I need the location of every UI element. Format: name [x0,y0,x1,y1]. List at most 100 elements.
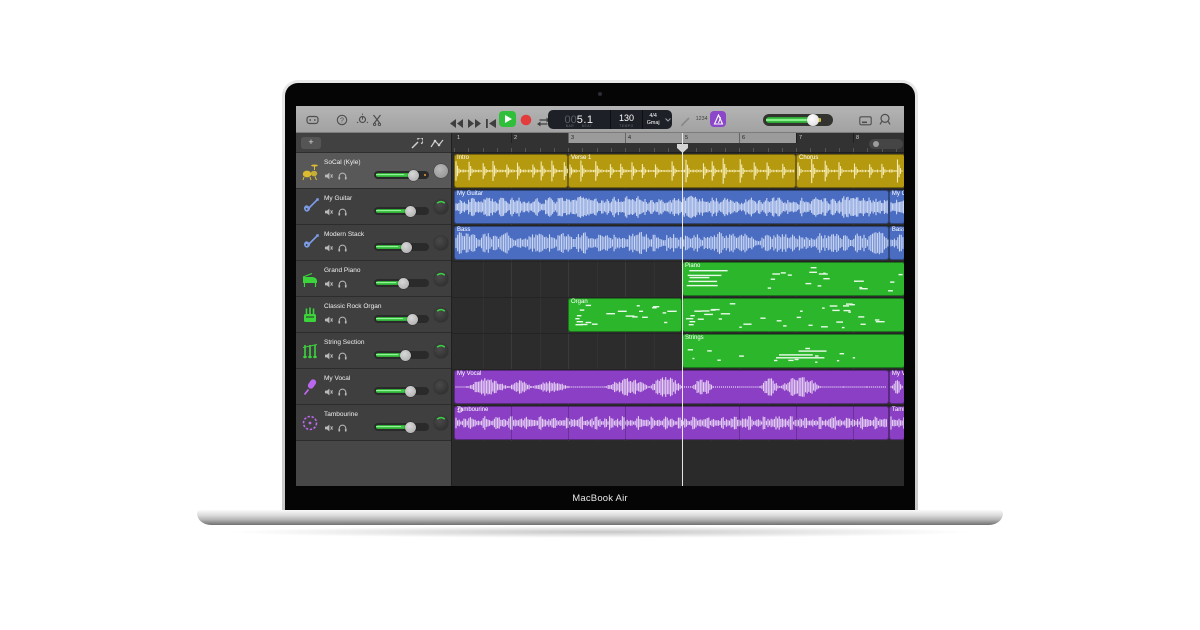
track-volume-slider[interactable] [374,423,429,431]
waveform [454,226,889,260]
beat-tick [497,148,498,152]
quick-help-icon[interactable]: ? [336,113,348,131]
pan-knob[interactable] [434,164,448,178]
region-unlabeled[interactable] [682,298,904,332]
pan-arc [434,344,448,358]
track-volume-slider[interactable] [374,315,429,323]
pan-knob[interactable] [434,416,448,430]
region-my-guitar[interactable]: My Guitar [454,190,889,224]
solo-button[interactable] [337,387,348,396]
mute-button[interactable] [323,351,334,360]
track-row[interactable]: Grand Piano [296,261,451,297]
pan-knob[interactable] [434,308,448,322]
region-my-guitar[interactable]: My Guitar [889,190,904,224]
region-intro[interactable]: Intro [454,154,568,188]
empty-workspace [452,441,904,486]
mute-button[interactable] [323,207,334,216]
beat-tick [810,148,811,152]
bar-ruler[interactable]: 12345678 [452,133,904,153]
region-organ[interactable]: Organ [568,298,682,332]
mute-button[interactable] [323,279,334,288]
master-volume-slider[interactable] [763,114,833,126]
pan-knob[interactable] [434,344,448,358]
volume-knob[interactable] [400,350,411,361]
pan-knob[interactable] [434,200,448,214]
volume-knob[interactable] [405,206,416,217]
fast-forward-button[interactable] [467,115,481,133]
region-bass[interactable]: Bass [454,226,889,260]
bar-number: 6 [742,135,745,141]
beat-tick [625,148,626,152]
track-row[interactable]: Modern Stack [296,225,451,261]
go-to-beginning-button[interactable] [486,115,496,133]
guitar-icon [300,197,320,222]
track-row[interactable]: My Vocal [296,369,451,405]
volume-knob[interactable] [398,278,409,289]
lcd-key: Gmaj [647,120,660,126]
loop-divider [796,406,797,440]
beat-tick [639,148,640,152]
solo-button[interactable] [337,279,348,288]
volume-knob[interactable] [807,114,819,126]
track-volume-slider[interactable] [374,351,429,359]
lcd-display[interactable]: 005.1 BARBEAT 130 TEMPO 4/4 Gmaj [548,110,672,129]
pencil-icon[interactable] [680,114,691,132]
solo-button[interactable] [337,243,348,252]
solo-button[interactable] [337,315,348,324]
waveform [454,370,889,404]
solo-button[interactable] [337,207,348,216]
region-my-vocal[interactable]: My Vocal [889,370,904,404]
volume-knob[interactable] [405,422,416,433]
solo-button[interactable] [337,351,348,360]
track-row[interactable]: Tambourine [296,405,451,441]
mute-button[interactable] [323,171,334,180]
pan-knob[interactable] [434,272,448,286]
chevron-down-icon[interactable] [664,110,672,129]
region-my-vocal[interactable]: My Vocal [454,370,889,404]
volume-knob[interactable] [401,242,412,253]
track-row[interactable]: SoCal (Kyle) [296,153,451,189]
loop-browser-icon[interactable] [879,113,891,131]
marketing-canvas: ? [0,0,1200,630]
pan-knob[interactable] [434,236,448,250]
region-bass[interactable]: Bass [889,226,904,260]
smart-controls-icon[interactable] [356,113,369,131]
volume-knob[interactable] [407,314,418,325]
region-chorus[interactable]: Chorus [796,154,904,188]
count-in-button[interactable]: 1234 [696,116,708,121]
metronome-button[interactable] [710,111,726,127]
loop-divider [625,406,626,440]
track-panel: + SoCal (Kyle)My GuitarModern StackGrand… [296,133,451,486]
add-track-button[interactable]: + [301,137,321,149]
rewind-button[interactable] [450,115,464,133]
mute-button[interactable] [323,387,334,396]
region-tambourine[interactable]: Tambourine [454,406,889,440]
volume-knob[interactable] [405,386,416,397]
region-tambourine[interactable]: Tambourine [889,406,904,440]
mute-button[interactable] [323,423,334,432]
bar-number: 3 [571,135,574,141]
region-piano[interactable]: Piano [682,262,904,296]
track-volume-slider[interactable] [374,171,429,179]
track-volume-slider[interactable] [374,243,429,251]
solo-button[interactable] [337,423,348,432]
track-row[interactable]: String Section [296,333,451,369]
pan-knob[interactable] [434,380,448,394]
track-volume-slider[interactable] [374,207,429,215]
editors-icon[interactable] [372,113,382,131]
library-icon[interactable] [306,113,319,131]
volume-knob[interactable] [408,170,419,181]
bottom-bezel: MacBook Air [285,486,915,510]
ruler-zoom-slider[interactable] [869,139,903,149]
play-button[interactable] [499,111,516,132]
display-icon[interactable] [859,114,872,132]
record-button[interactable] [520,113,532,131]
track-row[interactable]: My Guitar [296,189,451,225]
mute-button[interactable] [323,315,334,324]
track-row[interactable]: Classic Rock Organ [296,297,451,333]
solo-button[interactable] [337,171,348,180]
mute-button[interactable] [323,243,334,252]
region-strings[interactable]: Strings [682,334,904,368]
track-volume-slider[interactable] [374,279,429,287]
track-volume-slider[interactable] [374,387,429,395]
